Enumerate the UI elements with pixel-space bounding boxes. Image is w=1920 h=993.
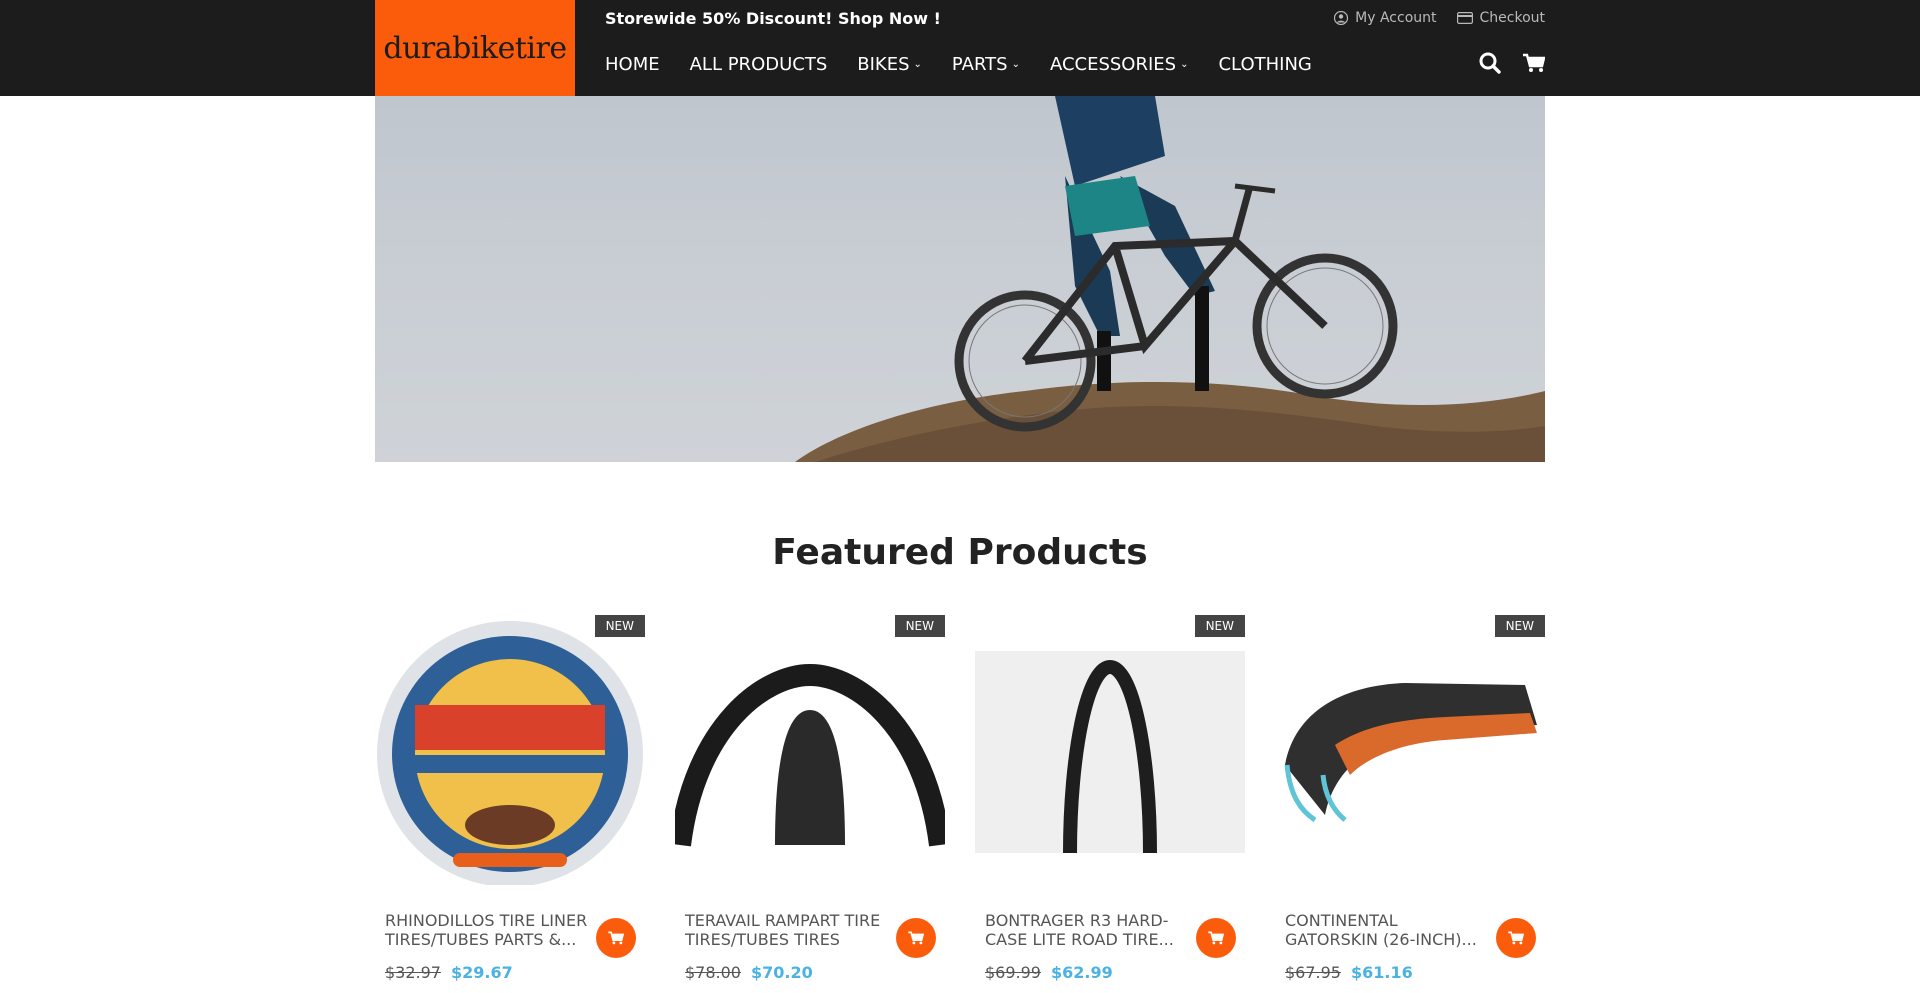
main-nav: HOME ALL PRODUCTS BIKES ⌄ PARTS ⌄ ACCESSOR… xyxy=(605,54,1312,75)
sale-price: $29.67 xyxy=(450,963,513,982)
original-price: $78.00 xyxy=(685,963,741,982)
product-prices: $69.99 $62.99 xyxy=(985,963,1113,982)
checkout-label: Checkout xyxy=(1479,10,1546,26)
add-to-cart-button[interactable] xyxy=(896,918,936,958)
chevron-down-icon: ⌄ xyxy=(913,59,922,70)
product-name[interactable]: CONTINENTAL GATORSKIN (26-INCH)... xyxy=(1285,911,1490,949)
cart-icon xyxy=(1508,931,1524,945)
product-image[interactable]: NEW xyxy=(675,615,945,885)
header-icons xyxy=(1479,52,1545,74)
product-card[interactable]: NEW BONTRAGER R3 HARD-CASE LITE ROAD TIR… xyxy=(975,615,1245,993)
product-name[interactable]: TERAVAIL RAMPART TIRE TIRES/TUBES TIRES xyxy=(685,911,890,949)
featured-products-title: Featured Products xyxy=(772,532,1148,573)
chevron-down-icon: ⌄ xyxy=(1180,59,1189,70)
nav-home[interactable]: HOME xyxy=(605,54,660,75)
cart-icon xyxy=(608,931,624,945)
site-logo[interactable]: durabiketire xyxy=(375,0,575,96)
mountain-bike-illustration xyxy=(795,96,1545,462)
product-card[interactable]: NEW RHINODILLOS TIRE LINER TIRES/TUBES P… xyxy=(375,615,645,993)
product-prices: $78.00 $70.20 xyxy=(685,963,813,982)
nav-clothing[interactable]: CLOTHING xyxy=(1218,54,1311,75)
chevron-down-icon: ⌄ xyxy=(1011,59,1020,70)
product-name[interactable]: RHINODILLOS TIRE LINER TIRES/TUBES PARTS… xyxy=(385,911,590,949)
sale-price: $61.16 xyxy=(1350,963,1413,982)
folded-tire-image xyxy=(1284,683,1537,823)
tire-liner-package-image xyxy=(377,621,643,885)
site-header: durabiketire Storewide 50% Discount! Sho… xyxy=(0,0,1920,96)
product-image[interactable]: NEW xyxy=(1275,615,1545,885)
checkout-link[interactable]: Checkout xyxy=(1456,10,1546,26)
original-price: $32.97 xyxy=(385,963,441,982)
cart-icon[interactable] xyxy=(1523,53,1545,73)
original-price: $67.95 xyxy=(1285,963,1341,982)
add-to-cart-button[interactable] xyxy=(1496,918,1536,958)
new-badge: NEW xyxy=(594,615,645,637)
my-account-label: My Account xyxy=(1355,10,1437,26)
nav-accessories[interactable]: ACCESSORIES ⌄ xyxy=(1050,54,1189,75)
product-prices: $67.95 $61.16 xyxy=(1285,963,1413,982)
my-account-link[interactable]: My Account xyxy=(1334,10,1437,26)
product-image[interactable]: NEW xyxy=(975,615,1245,885)
sale-price: $70.20 xyxy=(750,963,813,982)
sale-price: $62.99 xyxy=(1050,963,1113,982)
account-links: My Account Checkout xyxy=(1334,10,1545,26)
tire-image xyxy=(675,663,945,847)
nav-bikes[interactable]: BIKES ⌄ xyxy=(857,54,922,75)
add-to-cart-button[interactable] xyxy=(1196,918,1236,958)
nav-all-products[interactable]: ALL PRODUCTS xyxy=(690,54,828,75)
cart-icon xyxy=(908,931,924,945)
add-to-cart-button[interactable] xyxy=(596,918,636,958)
product-card[interactable]: NEW TERAVAIL RAMPART TIRE TIRES/TUBES TI… xyxy=(675,615,945,993)
credit-card-icon xyxy=(1456,12,1473,24)
product-name[interactable]: BONTRAGER R3 HARD-CASE LITE ROAD TIRE... xyxy=(985,911,1190,949)
new-badge: NEW xyxy=(894,615,945,637)
product-prices: $32.97 $29.67 xyxy=(385,963,513,982)
original-price: $69.99 xyxy=(985,963,1041,982)
product-card[interactable]: NEW CONTINENTAL GATORSKIN (26-INCH)... $… xyxy=(1275,615,1545,993)
hero-banner-image[interactable] xyxy=(375,96,1545,462)
logo-text: durabiketire xyxy=(383,30,567,66)
product-image[interactable]: NEW xyxy=(375,615,645,885)
promo-banner-text[interactable]: Storewide 50% Discount! Shop Now ! xyxy=(605,9,941,28)
road-tire-image xyxy=(975,651,1245,854)
nav-parts[interactable]: PARTS ⌄ xyxy=(952,54,1020,75)
user-icon xyxy=(1334,11,1349,25)
new-badge: NEW xyxy=(1194,615,1245,637)
new-badge: NEW xyxy=(1494,615,1545,637)
search-icon[interactable] xyxy=(1479,52,1501,74)
cart-icon xyxy=(1208,931,1224,945)
